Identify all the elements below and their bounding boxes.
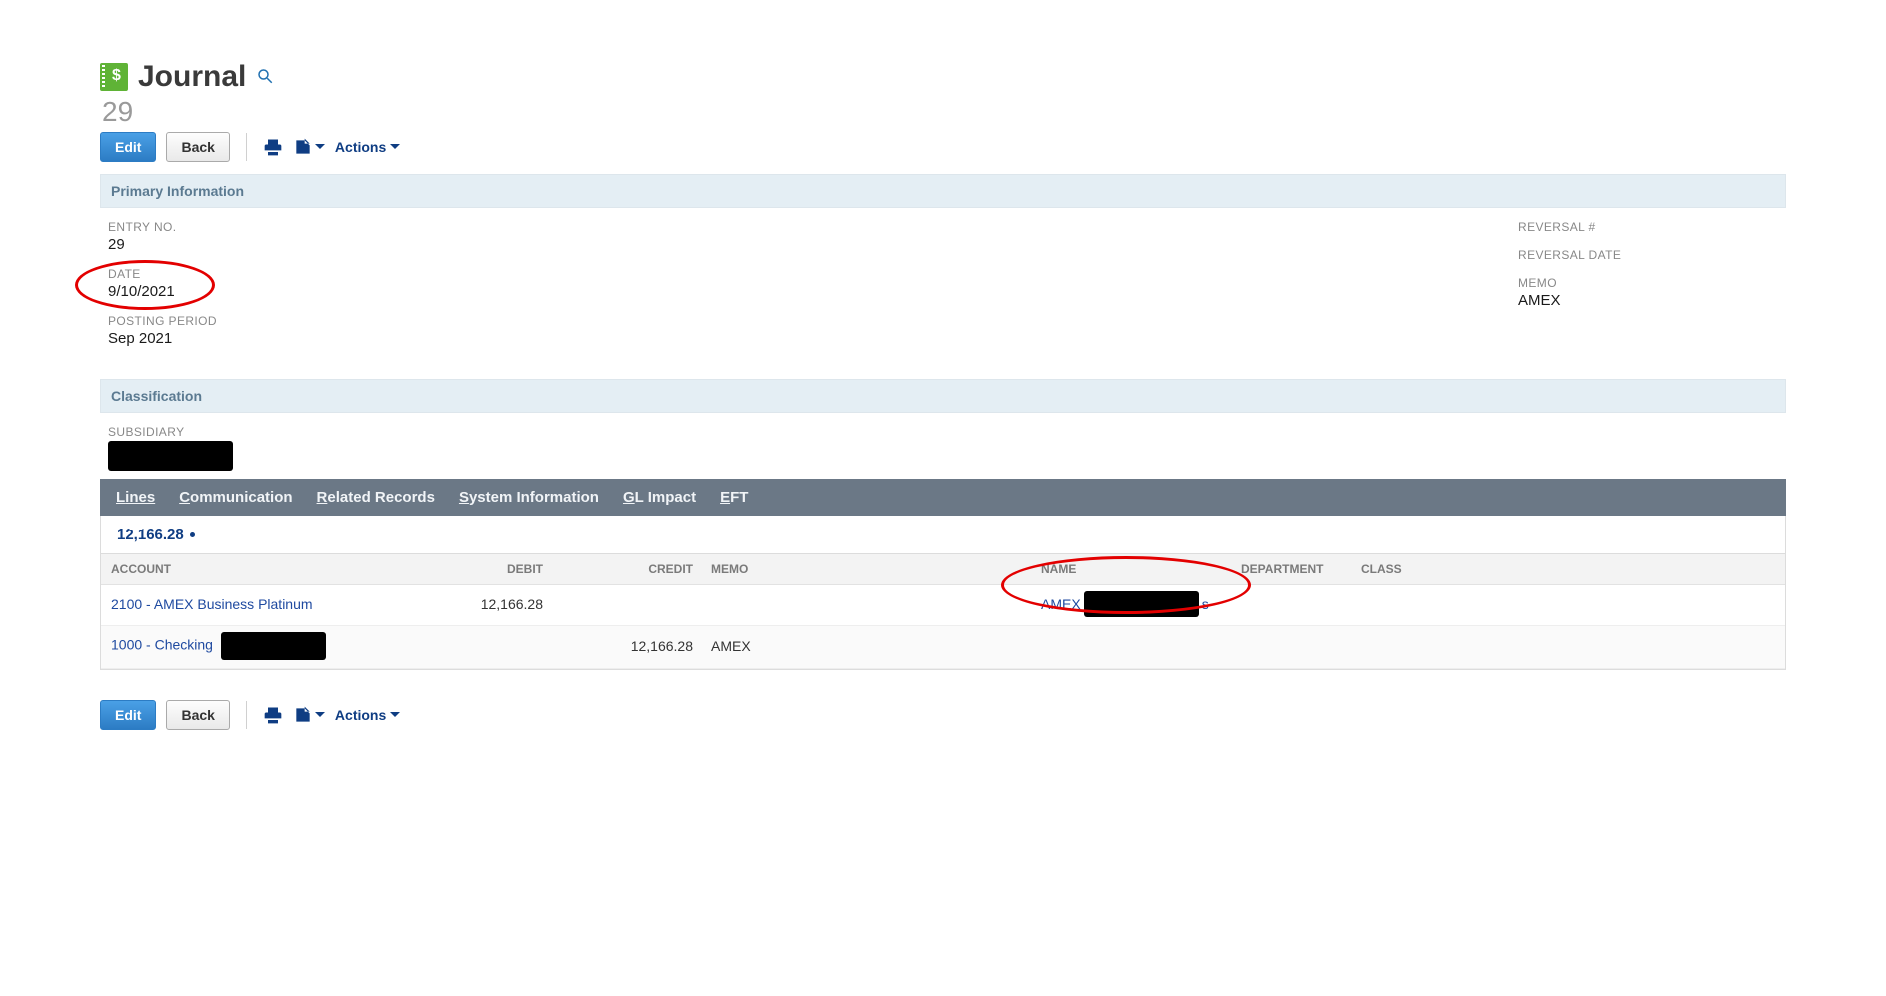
divider bbox=[246, 133, 247, 161]
cell-account[interactable]: 2100 - AMEX Business Platinum bbox=[111, 596, 411, 612]
memo-label: MEMO bbox=[1518, 276, 1778, 290]
cell-credit: 12,166.28 bbox=[561, 638, 711, 654]
back-button[interactable]: Back bbox=[166, 700, 229, 730]
section-primary-information: Primary Information bbox=[100, 174, 1786, 208]
entry-no-label: ENTRY NO. bbox=[108, 220, 1518, 234]
back-button[interactable]: Back bbox=[166, 132, 229, 162]
divider bbox=[246, 701, 247, 729]
tab-system-information[interactable]: System Information bbox=[459, 489, 599, 506]
page-title: Journal bbox=[138, 60, 246, 94]
reversal-date-label: REVERSAL DATE bbox=[1518, 248, 1778, 262]
col-credit[interactable]: CREDIT bbox=[561, 562, 711, 576]
toolbar-bottom: Edit Back Actions bbox=[100, 700, 1786, 730]
print-icon[interactable] bbox=[263, 705, 283, 725]
journal-icon bbox=[100, 63, 128, 91]
actions-dropdown[interactable]: Actions bbox=[335, 139, 400, 155]
col-name[interactable]: NAME bbox=[1041, 562, 1241, 576]
cell-account[interactable]: 1000 - Checking bbox=[111, 632, 411, 660]
import-icon[interactable] bbox=[293, 137, 325, 157]
account-prefix: 1000 - Checking bbox=[111, 637, 213, 653]
entry-no-value: 29 bbox=[108, 236, 1518, 253]
caret-down-icon bbox=[315, 139, 325, 155]
col-account[interactable]: ACCOUNT bbox=[111, 562, 411, 576]
import-icon[interactable] bbox=[293, 705, 325, 725]
cell-name[interactable]: AMEX s bbox=[1041, 591, 1241, 617]
reversal-no-label: REVERSAL # bbox=[1518, 220, 1778, 234]
record-id: 29 bbox=[102, 98, 1786, 126]
name-prefix: AMEX bbox=[1041, 596, 1081, 612]
tab-eft[interactable]: EFT bbox=[720, 489, 748, 506]
tab-lines[interactable]: LLinesines bbox=[116, 489, 155, 506]
primary-fields: ENTRY NO. 29 DATE 9/10/2021 POSTING PERI… bbox=[100, 208, 1786, 379]
caret-down-icon bbox=[390, 707, 400, 723]
col-class[interactable]: CLASS bbox=[1361, 562, 1461, 576]
date-label: DATE bbox=[108, 267, 1518, 281]
actions-dropdown[interactable]: Actions bbox=[335, 707, 400, 723]
lines-table: ACCOUNT DEBIT CREDIT MEMO NAME DEPARTMEN… bbox=[100, 554, 1786, 670]
subsidiary-label: SUBSIDIARY bbox=[108, 425, 1778, 439]
tabstrip: LLinesines Communication Related Records… bbox=[100, 479, 1786, 516]
edit-button[interactable]: Edit bbox=[100, 700, 156, 730]
edit-button[interactable]: Edit bbox=[100, 132, 156, 162]
print-icon[interactable] bbox=[263, 137, 283, 157]
col-memo[interactable]: MEMO bbox=[711, 562, 1041, 576]
search-icon[interactable] bbox=[256, 67, 274, 88]
table-row: 1000 - Checking 12,166.28 AMEX bbox=[101, 626, 1785, 669]
col-debit[interactable]: DEBIT bbox=[411, 562, 561, 576]
actions-label: Actions bbox=[335, 707, 386, 723]
actions-label: Actions bbox=[335, 139, 386, 155]
posting-period-label: POSTING PERIOD bbox=[108, 314, 1518, 328]
subsidiary-value bbox=[108, 441, 1778, 471]
tab-gl-impact[interactable]: GL Impact bbox=[623, 489, 696, 506]
lines-subtab-bar: 12,166.28 bbox=[100, 516, 1786, 554]
cell-debit: 12,166.28 bbox=[411, 596, 561, 612]
memo-value: AMEX bbox=[1518, 292, 1778, 309]
table-header-row: ACCOUNT DEBIT CREDIT MEMO NAME DEPARTMEN… bbox=[101, 554, 1785, 585]
caret-down-icon bbox=[390, 139, 400, 155]
posting-period-value: Sep 2021 bbox=[108, 330, 1518, 347]
redacted-block bbox=[108, 441, 233, 471]
section-classification: Classification bbox=[100, 379, 1786, 413]
classification-fields: SUBSIDIARY bbox=[100, 413, 1786, 479]
redacted-block bbox=[1084, 591, 1199, 617]
toolbar-top: Edit Back Actions bbox=[100, 132, 1786, 162]
date-value: 9/10/2021 bbox=[108, 283, 1518, 300]
tab-related-records[interactable]: Related Records bbox=[317, 489, 435, 506]
tab-communication[interactable]: Communication bbox=[179, 489, 292, 506]
dot-icon bbox=[190, 532, 195, 537]
col-department[interactable]: DEPARTMENT bbox=[1241, 562, 1361, 576]
caret-down-icon bbox=[315, 707, 325, 723]
table-row: 2100 - AMEX Business Platinum 12,166.28 … bbox=[101, 585, 1785, 626]
redacted-block bbox=[221, 632, 326, 660]
cell-memo: AMEX bbox=[711, 638, 1041, 654]
lines-total[interactable]: 12,166.28 bbox=[117, 526, 184, 543]
name-suffix: s bbox=[1202, 596, 1209, 612]
